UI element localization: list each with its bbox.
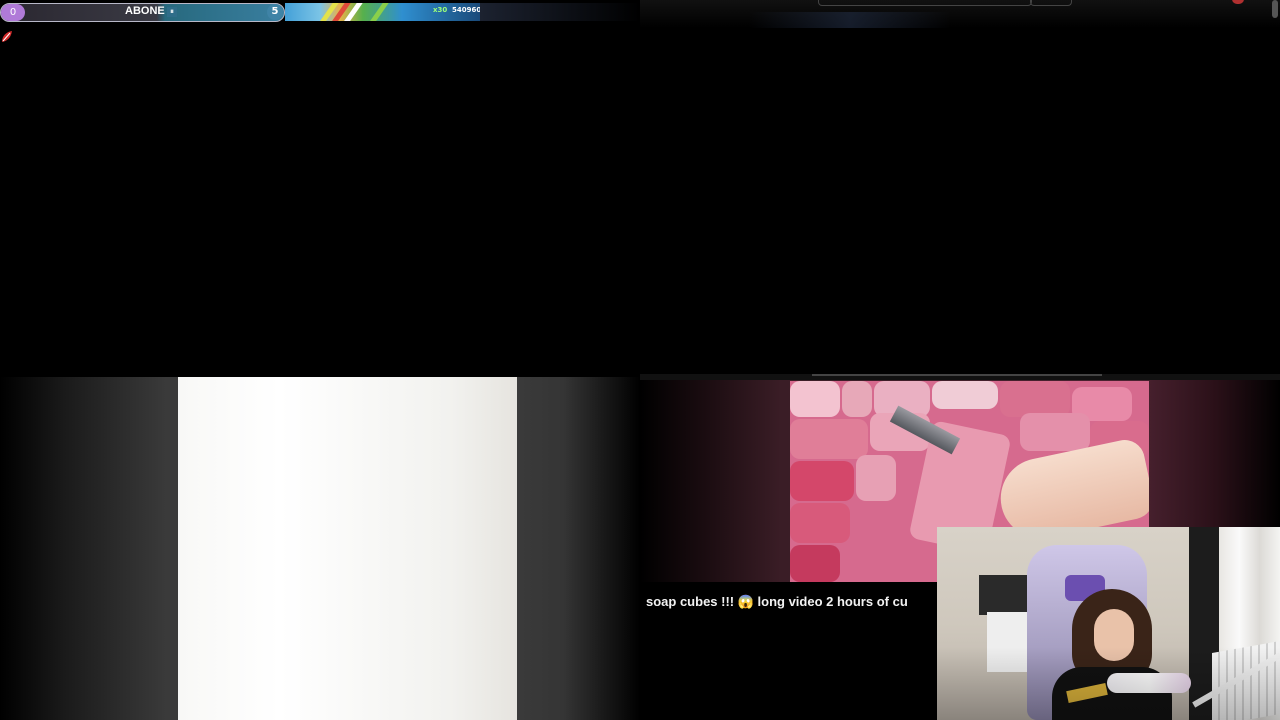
game-preview-strip	[285, 3, 480, 21]
game-multiplier: x30	[433, 6, 448, 14]
scrollbar[interactable]	[1272, 0, 1278, 18]
overlay-fade	[480, 3, 640, 21]
search-input[interactable]	[818, 0, 1032, 6]
webcam-overlay	[937, 527, 1280, 720]
video-progress-track[interactable]	[812, 374, 1102, 376]
webcam-shade	[937, 647, 1280, 720]
game-score: 540960	[452, 6, 482, 14]
video-title[interactable]: soap cubes !!! 😱 long video 2 hours of c…	[646, 594, 936, 610]
subscriber-current-count: 0	[1, 4, 25, 21]
white-video-frame[interactable]	[178, 377, 517, 720]
toolbar-glint	[750, 12, 950, 28]
pause-icon: ⏸	[167, 7, 177, 17]
subscriber-goal-target: 5	[267, 4, 283, 20]
red-leaf-logo-icon	[2, 31, 12, 42]
search-button[interactable]	[1030, 0, 1072, 6]
subscriber-goal-label: ABONE	[125, 5, 165, 17]
